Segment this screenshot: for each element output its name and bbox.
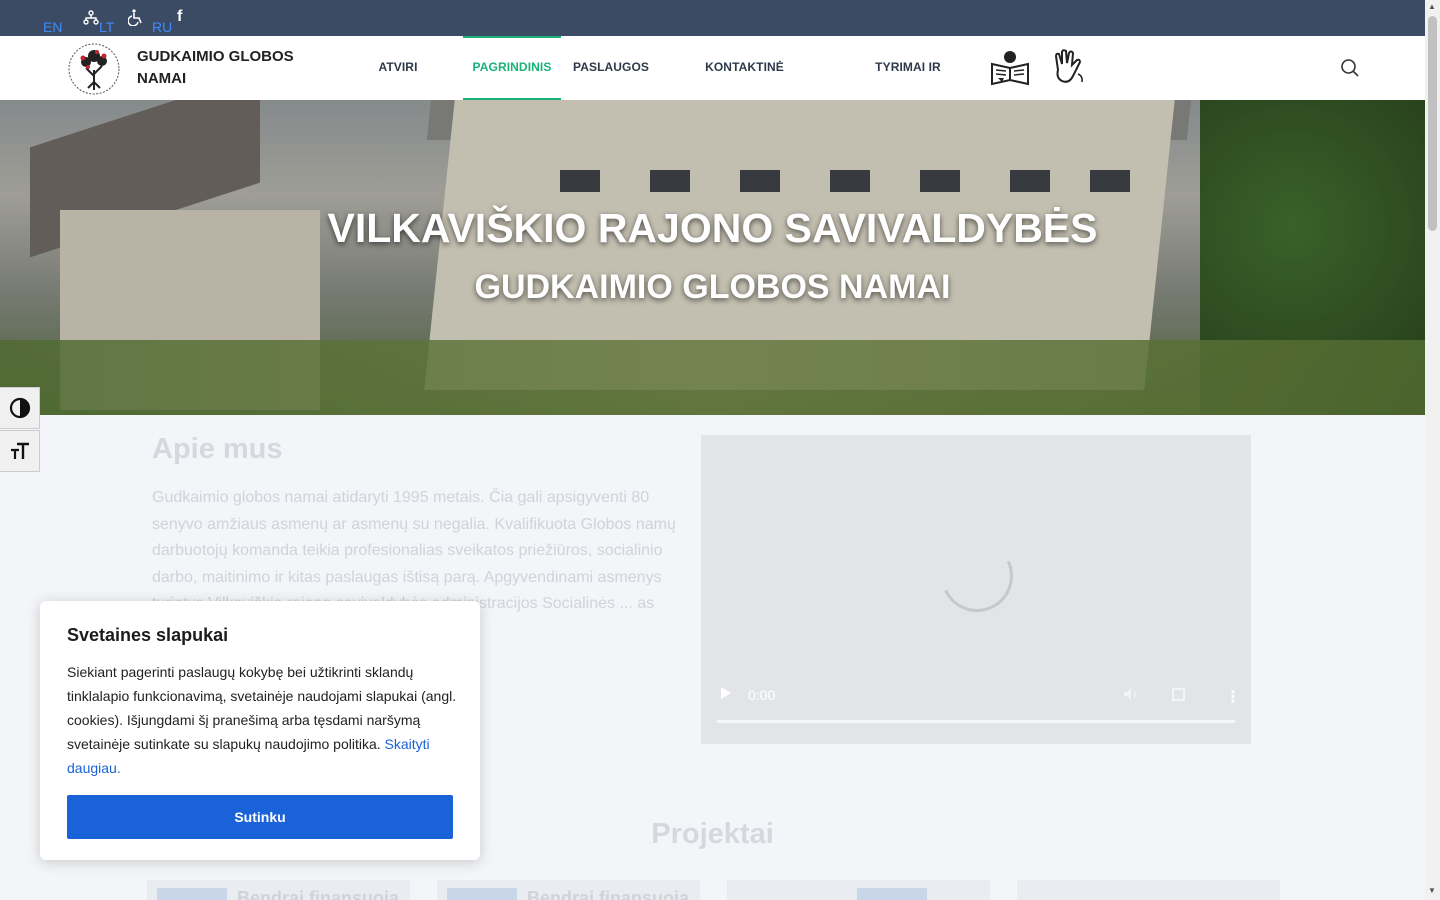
scroll-up-icon[interactable]: ▲ <box>1428 2 1436 11</box>
lang-lt-link[interactable]: LT <box>99 19 114 35</box>
hero-banner: VILKAVIŠKIO RAJONO SAVIVALDYBĖS GUDKAIMI… <box>0 100 1425 415</box>
sign-language-icon[interactable] <box>1050 48 1086 88</box>
hero-overlay <box>0 100 1425 415</box>
cookie-consent-dialog: Svetaines slapukai Siekiant pagerinti pa… <box>40 601 480 860</box>
font-size-toggle-button[interactable] <box>0 430 40 472</box>
video-progress-bar[interactable] <box>717 720 1235 723</box>
fullscreen-icon[interactable] <box>1172 688 1185 701</box>
scroll-down-icon[interactable]: ▼ <box>1428 886 1436 895</box>
cookie-title: Svetaines slapukai <box>67 625 229 645</box>
project-card[interactable] <box>727 880 990 900</box>
play-icon[interactable] <box>721 687 731 699</box>
nav-kontaktine-informacija[interactable]: KONTAKTINĖ INFORMACIJA <box>666 36 823 136</box>
lang-en-link[interactable]: EN <box>43 19 62 35</box>
project-card-label: Bendrai finansuoja <box>527 888 690 900</box>
sitemap-icon[interactable] <box>83 10 99 30</box>
top-utility-bar: EN LT RU f <box>0 0 1425 36</box>
text-size-icon <box>10 442 29 459</box>
nav-tyrimai-ir-analizes[interactable]: TYRIMAI IR ANALIZĖS <box>846 36 970 136</box>
project-card[interactable]: Bendrai finansuoja <box>147 880 410 900</box>
volume-icon[interactable] <box>1123 687 1139 704</box>
cookie-text-container: Siekiant pagerinti paslaugų kokybę bei u… <box>67 660 457 780</box>
project-thumbnail <box>857 888 927 900</box>
project-card[interactable]: Bendrai finansuoja <box>437 880 700 900</box>
loading-spinner-icon <box>930 529 1024 623</box>
video-player[interactable]: 0:00 ⋮ <box>701 435 1251 744</box>
more-options-icon[interactable]: ⋮ <box>1225 687 1241 707</box>
project-thumbnail <box>447 888 517 900</box>
contrast-toggle-button[interactable] <box>0 387 40 429</box>
hero-subtitle: GUDKAIMIO GLOBOS NAMAI <box>474 268 951 306</box>
search-icon[interactable] <box>1340 58 1360 78</box>
site-logo[interactable] <box>66 42 122 96</box>
cookie-accept-button[interactable]: Sutinku <box>67 795 453 839</box>
project-thumbnail <box>157 888 227 900</box>
site-name[interactable]: GUDKAIMIO GLOBOS NAMAI <box>137 46 307 90</box>
wheelchair-icon[interactable] <box>127 9 144 30</box>
nav-atviri-duomenys[interactable]: ATVIRI DUOMENYS <box>345 36 451 136</box>
scrollbar-thumb[interactable] <box>1428 16 1437 231</box>
contrast-icon <box>9 397 30 419</box>
facebook-icon[interactable]: f <box>177 8 182 26</box>
nav-pagrindinis[interactable]: PAGRINDINIS <box>463 36 561 100</box>
nav-paslaugos[interactable]: PASLAUGOS <box>573 36 649 100</box>
site-header: GUDKAIMIO GLOBOS NAMAI ATVIRI DUOMENYS P… <box>0 36 1425 136</box>
video-time: 0:00 <box>748 687 776 703</box>
project-card-label: Bendrai finansuoja <box>237 888 400 900</box>
about-title: Apie mus <box>152 433 283 465</box>
lang-ru-link[interactable]: RU <box>152 19 172 35</box>
project-card[interactable] <box>1017 880 1280 900</box>
easy-read-icon[interactable] <box>990 50 1030 86</box>
hero-title: VILKAVIŠKIO RAJONO SAVIVALDYBĖS <box>327 205 1098 251</box>
page-scrollbar[interactable]: ▲ ▼ <box>1425 0 1440 900</box>
